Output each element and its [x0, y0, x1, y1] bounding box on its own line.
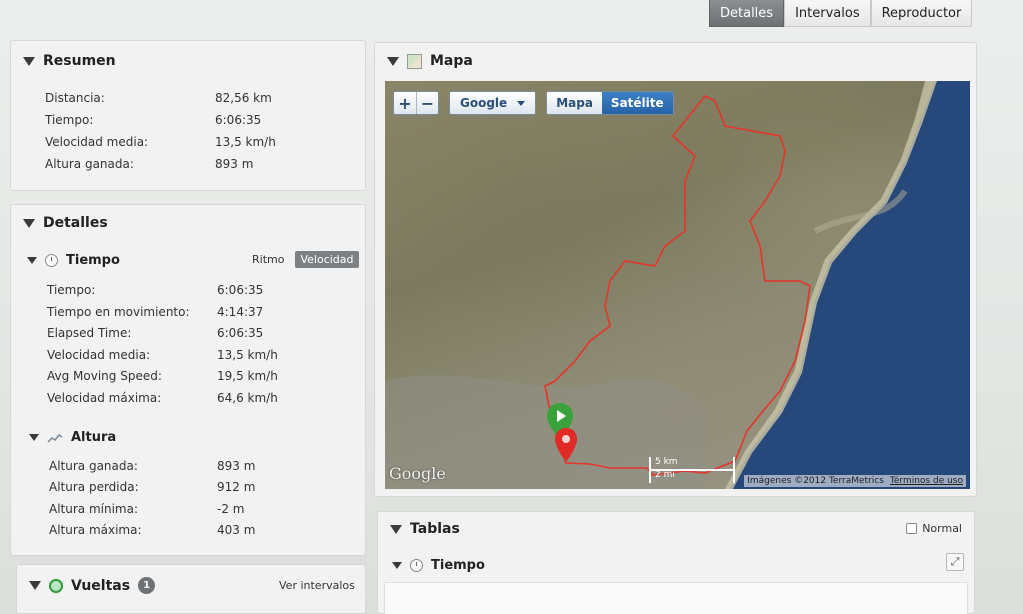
elevation-chart-icon	[47, 433, 63, 443]
mapa-panel: Mapa + − Google Mapa Satélite Google 5 k…	[374, 42, 977, 497]
scale-tick	[733, 457, 735, 483]
stat-value: 13,5 km/h	[215, 135, 276, 149]
zoom-control: + −	[393, 91, 439, 115]
map-controls: + − Google Mapa Satélite	[393, 91, 674, 115]
stat-value: 893 m	[215, 157, 254, 171]
collapse-triangle-icon	[29, 434, 39, 441]
vueltas-title: Vueltas	[71, 577, 131, 594]
altura-title: Altura	[71, 430, 117, 445]
google-logo: Google	[389, 464, 446, 483]
collapse-triangle-icon	[23, 218, 35, 228]
provider-label: Google	[460, 96, 508, 110]
view-tabs: Detalles Intervalos Reproductor	[709, 0, 973, 28]
stat-label: Tiempo:	[45, 113, 94, 127]
stat-label: Altura ganada:	[49, 459, 138, 473]
stat-label: Altura mínima:	[49, 502, 139, 516]
mapa-header[interactable]: Mapa	[387, 53, 473, 69]
scale-tick	[649, 457, 651, 483]
resumen-title: Resumen	[43, 53, 116, 69]
stat-label: Avg Moving Speed:	[47, 369, 162, 383]
stat-label: Velocidad media:	[45, 135, 149, 149]
collapse-triangle-icon	[23, 56, 35, 66]
ritmo-option[interactable]: Ritmo	[247, 251, 289, 268]
stat-value: 912 m	[217, 480, 256, 494]
tab-reproductor[interactable]: Reproductor	[870, 0, 973, 27]
tab-intervalos[interactable]: Intervalos	[784, 0, 871, 27]
stat-label: Tiempo:	[47, 283, 96, 297]
stat-label: Altura ganada:	[45, 157, 134, 171]
route-track	[544, 94, 811, 476]
scale-bar	[649, 469, 735, 471]
tiempo-table	[384, 582, 968, 614]
map-icon	[407, 53, 422, 69]
altura-section-header[interactable]: Altura	[29, 430, 116, 445]
detalles-panel: Detalles Tiempo Ritmo Velocidad Tiempo: …	[10, 204, 366, 556]
map-type-satelite[interactable]: Satélite	[601, 92, 673, 114]
tab-detalles[interactable]: Detalles	[709, 0, 785, 27]
tiempo-title: Tiempo	[66, 253, 120, 268]
stat-value: 19,5 km/h	[217, 369, 278, 383]
stat-value: 6:06:35	[215, 113, 262, 127]
stat-label: Elapsed Time:	[47, 326, 132, 340]
velocidad-option[interactable]: Velocidad	[295, 251, 359, 268]
normal-label: Normal	[922, 522, 962, 535]
stat-value: 403 m	[217, 523, 256, 537]
stat-value: 4:14:37	[217, 305, 264, 319]
stat-label: Velocidad media:	[47, 348, 151, 362]
zoom-out-button[interactable]: −	[416, 92, 438, 114]
tablas-header[interactable]: Tablas	[390, 521, 460, 537]
map-type-toggle: Mapa Satélite	[546, 91, 674, 115]
clock-icon	[45, 254, 58, 267]
lap-count-badge: 1	[138, 577, 156, 594]
zoom-in-button[interactable]: +	[394, 92, 416, 114]
normal-checkbox[interactable]: Normal	[906, 522, 962, 535]
scale-km: 5 km	[655, 457, 678, 467]
resumen-header[interactable]: Resumen	[23, 53, 116, 69]
clock-icon	[410, 559, 423, 572]
mapa-title: Mapa	[430, 53, 473, 69]
chevron-down-icon	[517, 100, 526, 106]
stat-label: Velocidad máxima:	[47, 391, 162, 405]
tablas-tiempo-title: Tiempo	[431, 558, 485, 573]
map-type-mapa[interactable]: Mapa	[547, 92, 602, 114]
tiempo-section-header[interactable]: Tiempo	[27, 253, 120, 268]
stat-value: 82,56 km	[215, 91, 272, 105]
ver-intervalos-link[interactable]: Ver intervalos	[279, 579, 355, 592]
stat-value: 6:06:35	[217, 283, 264, 297]
resumen-panel: Resumen Distancia: 82,56 km Tiempo: 6:06…	[10, 40, 366, 191]
end-marker-icon[interactable]	[553, 426, 579, 466]
map-scale: 5 km 2 mi	[649, 457, 739, 483]
stat-label: Distancia:	[45, 91, 105, 105]
map-attribution: Imágenes ©2012 TerraMetrics Términos de …	[744, 475, 966, 487]
expand-icon[interactable]: ⤢	[946, 553, 964, 571]
collapse-triangle-icon	[387, 56, 399, 66]
satellite-map[interactable]: + − Google Mapa Satélite Google 5 km 2 m…	[385, 81, 970, 489]
detalles-header[interactable]: Detalles	[23, 215, 108, 231]
vueltas-header[interactable]: Vueltas 1	[29, 577, 156, 594]
pace-speed-toggle: Ritmo Velocidad	[247, 251, 359, 268]
copyright-text: Imágenes ©2012 TerraMetrics	[747, 476, 884, 486]
checkbox-icon	[906, 523, 918, 534]
tablas-panel: Tablas Normal Tiempo ⤢	[377, 511, 975, 614]
tablas-title: Tablas	[410, 521, 460, 537]
detalles-title: Detalles	[43, 215, 108, 231]
map-provider-dropdown[interactable]: Google	[449, 91, 537, 115]
collapse-triangle-icon	[29, 581, 41, 590]
collapse-triangle-icon	[390, 524, 402, 534]
stat-value: 64,6 km/h	[217, 391, 278, 405]
stat-value: 6:06:35	[217, 326, 264, 340]
terms-link[interactable]: Términos de uso	[890, 476, 963, 486]
collapse-triangle-icon	[392, 562, 402, 569]
stat-label: Altura perdida:	[49, 480, 139, 494]
tablas-tiempo-header[interactable]: Tiempo	[392, 558, 485, 573]
stat-value: -2 m	[217, 502, 245, 516]
stat-value: 893 m	[217, 459, 256, 473]
vueltas-panel: Vueltas 1 Ver intervalos	[16, 564, 366, 614]
scale-mi: 2 mi	[655, 470, 675, 480]
stat-value: 13,5 km/h	[217, 348, 278, 362]
collapse-triangle-icon	[27, 257, 37, 264]
stat-label: Tiempo en movimiento:	[47, 305, 190, 319]
stat-label: Altura máxima:	[49, 523, 142, 537]
lap-icon	[49, 578, 63, 593]
